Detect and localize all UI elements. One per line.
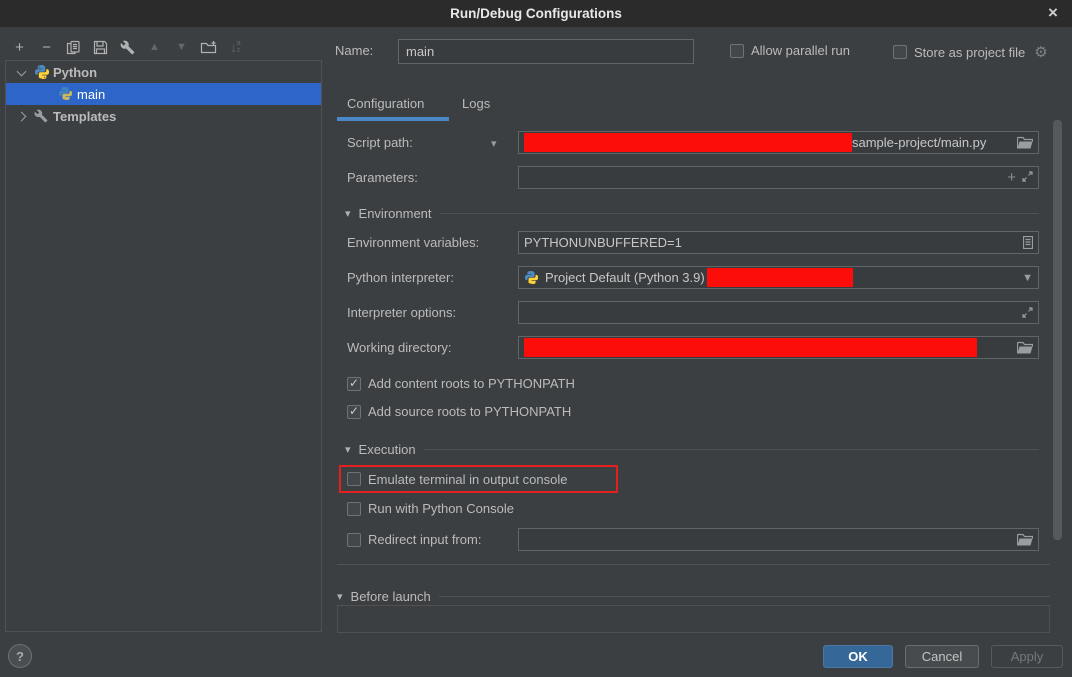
interpreter-options-input[interactable]	[518, 301, 1039, 324]
python-icon	[58, 86, 74, 102]
dialog-title: Run/Debug Configurations	[450, 6, 622, 21]
redaction-block	[524, 133, 852, 152]
close-icon[interactable]: ×	[1043, 3, 1063, 23]
script-path-dropdown-icon[interactable]: ▾	[491, 137, 497, 150]
script-path-value: sample-project/main.py	[852, 135, 986, 150]
content-bottom-divider	[337, 564, 1050, 565]
run-python-console-checkbox[interactable]: Run with Python Console	[347, 501, 514, 516]
parameters-label: Parameters:	[347, 170, 418, 185]
allow-parallel-run-checkbox[interactable]: Allow parallel run	[730, 43, 850, 58]
parameters-input[interactable]: +	[518, 166, 1039, 189]
vertical-scrollbar[interactable]	[1053, 120, 1062, 540]
apply-button[interactable]: Apply	[991, 645, 1063, 668]
python-interpreter-value: Project Default (Python 3.9)	[545, 270, 705, 285]
expand-icon[interactable]	[1022, 170, 1033, 185]
move-up-icon: ▲	[146, 38, 163, 56]
python-interpreter-select[interactable]: Project Default (Python 3.9) ▼	[518, 266, 1039, 289]
checkbox-icon[interactable]	[347, 502, 361, 516]
allow-parallel-run-label: Allow parallel run	[751, 43, 850, 58]
section-divider	[424, 449, 1039, 450]
ok-button[interactable]: OK	[823, 645, 893, 668]
folder-icon[interactable]	[1017, 533, 1033, 546]
tree-item-label: Python	[53, 65, 97, 80]
environment-variables-label: Environment variables:	[347, 235, 479, 250]
environment-variables-input[interactable]: PYTHONUNBUFFERED=1	[518, 231, 1039, 254]
tree-toolbar: + − ▲ ▼ ↓az	[11, 37, 244, 57]
tree-item-templates[interactable]: Templates	[6, 105, 321, 127]
script-path-label: Script path:	[347, 135, 413, 150]
store-as-project-file-label: Store as project file	[914, 45, 1025, 60]
name-label: Name:	[335, 43, 373, 58]
titlebar: Run/Debug Configurations ×	[0, 0, 1072, 27]
redaction-block	[707, 268, 853, 287]
add-configuration-button[interactable]: +	[11, 38, 28, 56]
section-divider	[440, 213, 1039, 214]
wrench-icon	[34, 108, 50, 124]
remove-configuration-button[interactable]: −	[38, 38, 55, 56]
environment-section-label: Environment	[359, 206, 432, 221]
before-launch-section-header[interactable]: ▾ Before launch	[337, 589, 1050, 604]
emulate-terminal-checkbox[interactable]: Emulate terminal in output console	[347, 472, 567, 487]
script-path-input[interactable]: sample-project/main.py	[518, 131, 1039, 154]
checkbox-checked-icon[interactable]	[347, 377, 361, 391]
redirect-input-file-input[interactable]	[518, 528, 1039, 551]
python-icon	[34, 64, 50, 80]
add-content-roots-checkbox[interactable]: Add content roots to PYTHONPATH	[347, 376, 575, 391]
checkbox-icon[interactable]	[347, 533, 361, 547]
chevron-down-icon[interactable]: ▼	[1022, 272, 1033, 284]
checkbox-icon[interactable]	[347, 472, 361, 486]
run-debug-configurations-dialog: Run/Debug Configurations × + − ▲ ▼ ↓az	[0, 0, 1072, 677]
python-interpreter-label: Python interpreter:	[347, 270, 454, 285]
sort-configurations-icon: ↓az	[227, 38, 244, 56]
tab-logs[interactable]: Logs	[462, 96, 490, 111]
redaction-block	[524, 338, 977, 357]
name-input[interactable]: main	[398, 39, 694, 64]
browse-variables-icon[interactable]	[1023, 236, 1033, 249]
store-as-project-file-checkbox[interactable]: Store as project file ⚙	[893, 43, 1048, 61]
copy-configuration-icon[interactable]	[65, 38, 82, 56]
move-down-icon: ▼	[173, 38, 190, 56]
emulate-terminal-highlight-box: Emulate terminal in output console	[339, 465, 618, 493]
checkbox-checked-icon[interactable]	[347, 405, 361, 419]
gear-icon[interactable]: ⚙	[1034, 43, 1047, 61]
collapse-triangle-icon[interactable]: ▾	[337, 590, 343, 603]
chevron-right-icon[interactable]	[17, 111, 27, 121]
tree-item-main[interactable]: main	[6, 83, 321, 105]
execution-section-label: Execution	[359, 442, 416, 457]
execution-section-header[interactable]: ▾ Execution	[345, 442, 1039, 457]
save-configuration-icon[interactable]	[92, 38, 109, 56]
checkbox-icon[interactable]	[893, 45, 907, 59]
tab-configuration[interactable]: Configuration	[347, 96, 424, 111]
folder-icon[interactable]	[1017, 136, 1033, 149]
help-button[interactable]: ?	[8, 644, 32, 668]
cancel-button[interactable]: Cancel	[905, 645, 979, 668]
expand-icon[interactable]	[1022, 307, 1033, 318]
environment-section-header[interactable]: ▾ Environment	[345, 206, 1039, 221]
configurations-tree: Python main Templates	[5, 60, 322, 632]
before-launch-task-list[interactable]	[337, 605, 1050, 633]
tree-item-label: main	[77, 87, 105, 102]
new-folder-icon[interactable]	[200, 38, 217, 56]
add-source-roots-checkbox[interactable]: Add source roots to PYTHONPATH	[347, 404, 571, 419]
tree-item-label: Templates	[53, 109, 116, 124]
working-directory-label: Working directory:	[347, 340, 452, 355]
edit-templates-wrench-icon[interactable]	[119, 38, 136, 56]
interpreter-options-label: Interpreter options:	[347, 305, 456, 320]
selected-tab-underline	[337, 117, 449, 121]
before-launch-section-label: Before launch	[351, 589, 431, 604]
redirect-input-checkbox[interactable]: Redirect input from:	[347, 532, 481, 547]
python-icon	[524, 270, 540, 286]
tree-item-python[interactable]: Python	[6, 61, 321, 83]
working-directory-input[interactable]	[518, 336, 1039, 359]
folder-icon[interactable]	[1017, 341, 1033, 354]
collapse-triangle-icon[interactable]: ▾	[345, 207, 351, 220]
chevron-down-icon[interactable]	[17, 66, 27, 76]
collapse-triangle-icon[interactable]: ▾	[345, 443, 351, 456]
checkbox-icon[interactable]	[730, 44, 744, 58]
add-macro-icon[interactable]: +	[1007, 169, 1016, 186]
section-divider	[439, 596, 1050, 597]
